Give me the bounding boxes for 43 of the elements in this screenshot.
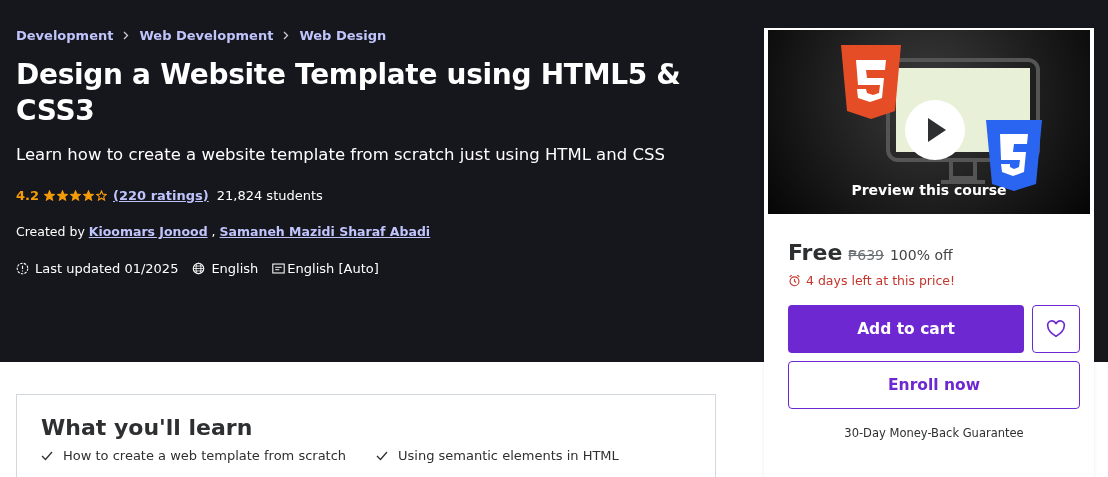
author-link[interactable]: Samaneh Mazidi Sharaf Abadi [219, 224, 431, 239]
discount-text: 100% off [889, 247, 953, 263]
breadcrumb-link[interactable]: Web Design [299, 28, 387, 43]
student-count: 21,824 students [216, 188, 323, 203]
alarm-clock-icon [788, 274, 801, 287]
captions-icon [272, 263, 286, 274]
created-by-label: Created by [16, 224, 85, 239]
star-icon [83, 190, 95, 201]
course-language: English [211, 261, 259, 276]
learn-heading: What you'll learn [41, 415, 254, 440]
rating-score: 4.2 [16, 188, 40, 203]
play-button-icon [905, 100, 965, 160]
ratings-link[interactable]: (220 ratings) [113, 188, 209, 203]
preview-label: Preview this course [850, 182, 1008, 198]
learning-point: How to create a web template from scratch [63, 448, 347, 463]
star-icon [70, 190, 82, 201]
star-icon [96, 190, 108, 201]
chevron-icon [123, 31, 130, 40]
original-price: ₱639 [848, 247, 884, 263]
alert-icon [16, 262, 29, 275]
last-updated: Last updated 01/2025 [35, 261, 179, 276]
video-preview[interactable]: Preview this course [768, 30, 1090, 214]
author-link[interactable]: Kioomars Jonood [88, 224, 208, 239]
globe-icon [192, 262, 206, 275]
heart-icon [1046, 320, 1066, 338]
comma-separator: , [211, 224, 216, 239]
add-to-cart-button[interactable]: Add to cart [788, 305, 1024, 353]
deadline-text: 4 days left at this price! [806, 273, 956, 288]
check-icon [376, 450, 388, 461]
learning-point: Using semantic elements in HTML [398, 448, 619, 463]
wishlist-button[interactable] [1032, 305, 1080, 353]
star-icon [57, 190, 69, 201]
enroll-now-button[interactable]: Enroll now [788, 361, 1080, 409]
breadcrumb-link[interactable]: Web Development [139, 28, 274, 43]
caption-language: English [Auto] [287, 261, 379, 276]
star-icon [44, 190, 56, 201]
course-subtitle: Learn how to create a website template from scratch just using HTML and CSS [16, 145, 666, 164]
chevron-icon [283, 31, 290, 40]
current-price: Free [788, 240, 843, 265]
breadcrumb-link[interactable]: Development [16, 28, 114, 43]
guarantee-text: 30-Day Money-Back Guarantee [843, 426, 1025, 440]
check-icon [41, 450, 53, 461]
course-title: Design a Website Template using HTML5 & CSS3 [16, 57, 682, 129]
